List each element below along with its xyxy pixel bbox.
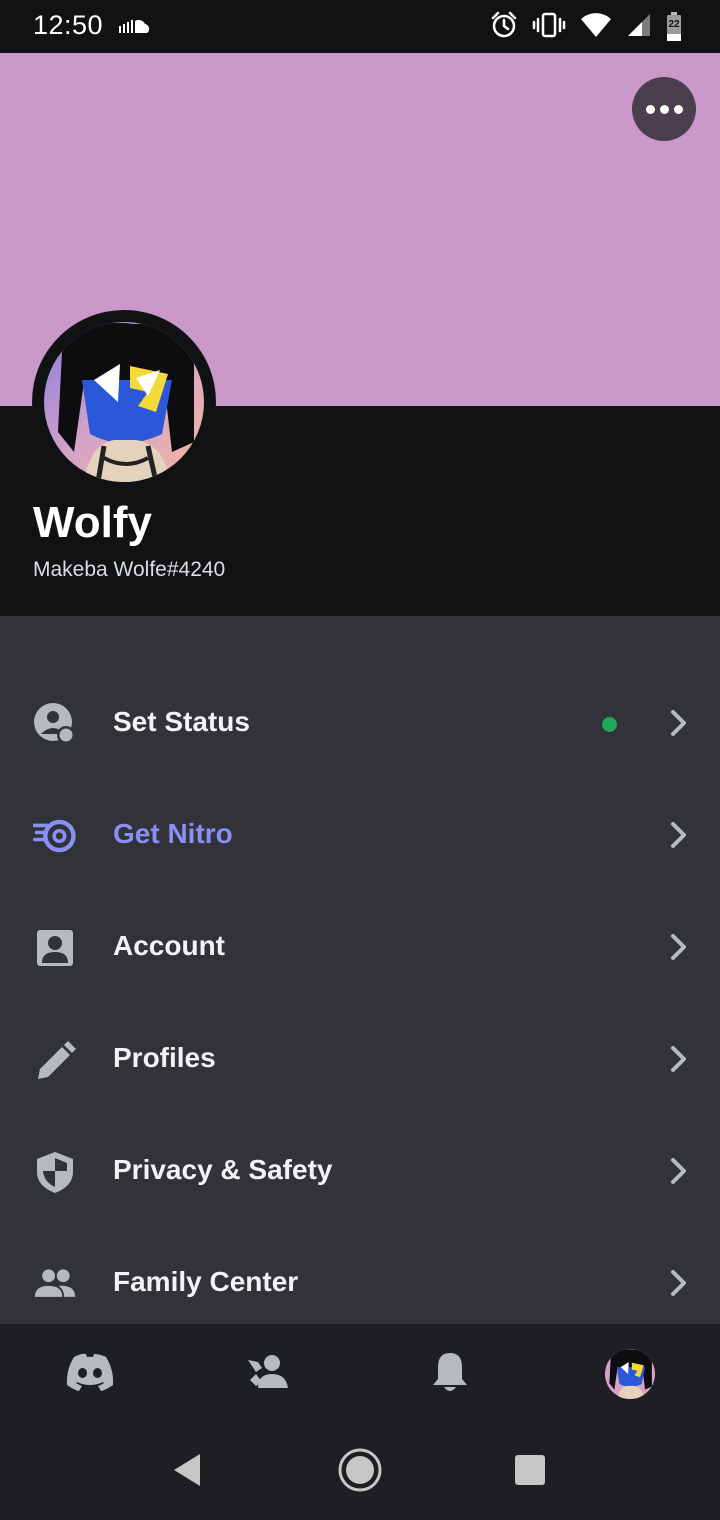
back-button[interactable] (164, 1448, 212, 1496)
back-icon (172, 1452, 204, 1492)
status-icon (33, 702, 77, 746)
more-dot-icon (645, 104, 655, 114)
status-bar: 12:50 22 (0, 0, 720, 53)
bottom-tab-bar (0, 1324, 720, 1424)
settings-item-label: Set Status (113, 706, 250, 737)
settings-list: Set Status Get Nitro Account Profiles Pr… (0, 616, 720, 1324)
tab-home[interactable] (62, 1346, 118, 1402)
settings-item-label: Privacy & Safety (113, 1154, 333, 1185)
settings-item-profiles[interactable]: Profiles (0, 1004, 720, 1116)
settings-item-label: Profiles (113, 1042, 216, 1073)
chevron-right-icon (671, 1158, 686, 1184)
avatar (44, 322, 204, 482)
shield-icon (33, 1150, 77, 1194)
chevron-right-icon (671, 822, 686, 848)
chevron-right-icon (671, 710, 686, 736)
friends-icon (242, 1352, 290, 1396)
settings-item-set-status[interactable]: Set Status (0, 668, 720, 780)
display-name: Wolfy (33, 498, 152, 547)
settings-item-privacy-safety[interactable]: Privacy & Safety (0, 1116, 720, 1228)
bell-icon (430, 1351, 470, 1397)
nitro-icon (33, 814, 77, 858)
system-navigation-bar (0, 1424, 720, 1520)
settings-item-label: Account (113, 930, 225, 961)
chevron-right-icon (671, 1046, 686, 1072)
profile-avatar[interactable] (32, 310, 216, 494)
cellular-signal-icon (626, 12, 652, 42)
username: Makeba Wolfe#4240 (33, 558, 226, 581)
more-dot-icon (673, 104, 683, 114)
account-icon (33, 926, 77, 970)
recents-button[interactable] (506, 1448, 554, 1496)
settings-item-label: Family Center (113, 1266, 299, 1297)
tab-notifications[interactable] (422, 1346, 478, 1402)
more-dot-icon (659, 104, 669, 114)
home-button[interactable] (336, 1448, 384, 1496)
pencil-icon (33, 1038, 77, 1082)
recents-icon (514, 1454, 546, 1490)
settings-item-get-nitro[interactable]: Get Nitro (0, 780, 720, 892)
chevron-right-icon (671, 1270, 686, 1296)
tab-friends[interactable] (238, 1346, 294, 1402)
soundcloud-icon (118, 17, 152, 39)
status-time: 12:50 (33, 10, 104, 40)
tab-you[interactable] (602, 1346, 658, 1402)
settings-item-account[interactable]: Account (0, 892, 720, 1004)
battery-icon: 22 (666, 12, 682, 42)
settings-item-family-center[interactable]: Family Center (0, 1228, 720, 1324)
discord-icon (64, 1352, 116, 1396)
avatar (605, 1349, 655, 1399)
online-status-dot (602, 717, 617, 732)
vibrate-icon (532, 11, 566, 43)
alarm-icon (490, 11, 518, 43)
chevron-right-icon (671, 934, 686, 960)
settings-item-label: Get Nitro (113, 818, 233, 849)
family-icon (33, 1262, 77, 1306)
wifi-icon (580, 12, 612, 42)
more-options-button[interactable] (632, 77, 696, 141)
home-icon (337, 1447, 383, 1497)
battery-level: 22 (668, 19, 680, 30)
